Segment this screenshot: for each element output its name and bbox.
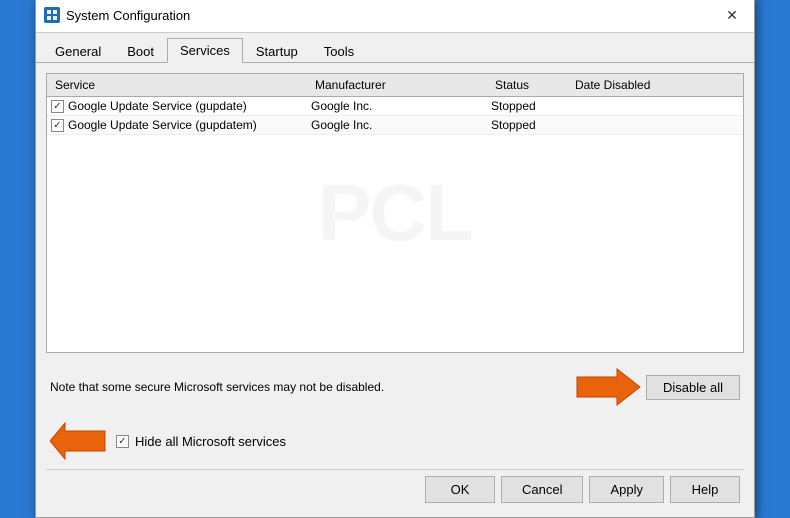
table-row: ✓ Google Update Service (gupdate) Google… [47,97,743,116]
help-button[interactable]: Help [670,476,740,503]
status-2: Stopped [491,118,571,132]
disable-all-button[interactable]: Disable all [646,375,740,400]
col-service: Service [51,76,311,94]
tab-startup[interactable]: Startup [243,38,311,63]
cancel-button[interactable]: Cancel [501,476,583,503]
service-name-cell: ✓ Google Update Service (gupdate) [51,99,311,113]
window-title: System Configuration [66,8,718,23]
tab-services[interactable]: Services [167,38,243,63]
apply-button[interactable]: Apply [589,476,664,503]
hide-ms-label: Hide all Microsoft services [135,434,286,449]
right-arrow-indicator [572,367,642,407]
close-button[interactable]: ✕ [718,4,746,26]
content-wrapper: Service Manufacturer Status Date Disable… [46,73,744,507]
service-name-cell: ✓ Google Update Service (gupdatem) [51,118,311,132]
service-name-2: Google Update Service (gupdatem) [68,118,257,132]
tab-tools[interactable]: Tools [311,38,367,63]
tab-general[interactable]: General [42,38,114,63]
system-config-window: System Configuration ✕ General Boot Serv… [35,0,755,518]
ok-button[interactable]: OK [425,476,495,503]
table-header: Service Manufacturer Status Date Disable… [47,74,743,97]
services-panel: Service Manufacturer Status Date Disable… [46,73,744,353]
watermark: PCL [318,167,472,259]
col-date-disabled: Date Disabled [571,76,739,94]
tab-bar: General Boot Services Startup Tools [36,33,754,63]
table-row: ✓ Google Update Service (gupdatem) Googl… [47,116,743,135]
bottom-bar: Note that some secure Microsoft services… [46,361,744,413]
service-checkbox-1[interactable]: ✓ [51,100,64,113]
action-buttons: OK Cancel Apply Help [46,469,744,507]
tab-boot[interactable]: Boot [114,38,167,63]
tab-content: Service Manufacturer Status Date Disable… [36,63,754,517]
col-manufacturer: Manufacturer [311,76,491,94]
service-checkbox-2[interactable]: ✓ [51,119,64,132]
manufacturer-1: Google Inc. [311,99,491,113]
manufacturer-2: Google Inc. [311,118,491,132]
col-status: Status [491,76,571,94]
secure-services-note: Note that some secure Microsoft services… [50,380,572,394]
title-bar: System Configuration ✕ [36,0,754,33]
service-name-1: Google Update Service (gupdate) [68,99,247,113]
services-list: ✓ Google Update Service (gupdate) Google… [47,97,743,135]
left-arrow-indicator [50,421,110,461]
hide-ms-row: ✓ Hide all Microsoft services [46,417,744,469]
status-1: Stopped [491,99,571,113]
window-icon [44,7,60,23]
hide-ms-checkbox[interactable]: ✓ [116,435,129,448]
